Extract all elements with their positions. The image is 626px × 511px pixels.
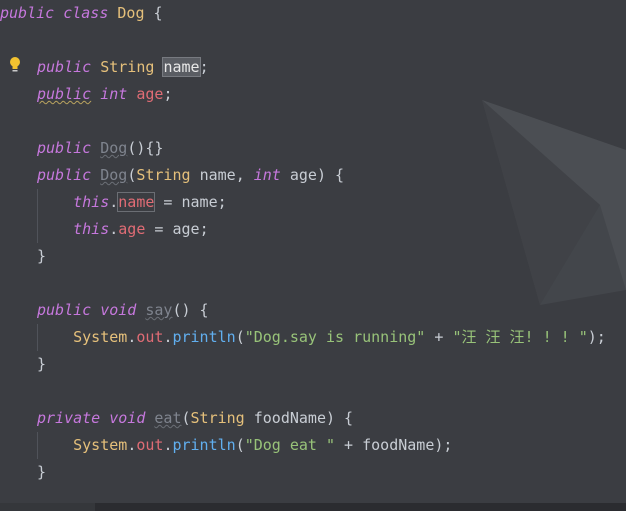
code-editor[interactable]: public class Dog { public String name; p… — [0, 0, 626, 511]
code-line[interactable]: public int age; — [37, 81, 172, 108]
code-line[interactable]: } — [37, 351, 46, 378]
field-name: out — [136, 328, 164, 346]
keyword: private — [37, 409, 101, 427]
code-line[interactable]: public class Dog { — [0, 0, 163, 27]
keyword: this — [73, 193, 110, 211]
code-line[interactable]: } — [37, 459, 46, 486]
param-name: name — [181, 193, 218, 211]
code-line[interactable]: } — [37, 243, 46, 270]
keyword: public — [0, 4, 55, 22]
string-literal: "Dog.say is running" — [244, 328, 426, 346]
type-name: String — [136, 166, 191, 184]
string-literal: "汪 汪 汪! ! ! " — [452, 328, 588, 346]
code-line[interactable]: public void say() { — [37, 297, 209, 324]
code-line[interactable]: this.name = name; — [37, 189, 227, 216]
class-name: Dog — [117, 4, 145, 22]
type-name: String — [100, 58, 155, 76]
field-name: out — [136, 436, 164, 454]
horizontal-scrollbar[interactable] — [0, 503, 626, 511]
code-line[interactable]: public Dog(){} — [37, 135, 163, 162]
keyword: int — [100, 85, 128, 103]
keyword: this — [73, 220, 110, 238]
keyword: public — [37, 166, 92, 184]
class-name: System — [73, 328, 128, 346]
keyword: void — [100, 301, 137, 319]
param-name: age — [289, 166, 317, 184]
param-name: name — [199, 166, 236, 184]
field-name-highlighted: name — [117, 192, 156, 212]
field-name: age — [136, 85, 164, 103]
code-line[interactable]: public String name; — [37, 54, 209, 81]
lightbulb-icon[interactable] — [8, 56, 22, 76]
code-line[interactable]: System.out.println("Dog.say is running" … — [37, 324, 606, 351]
field-name: age — [118, 220, 146, 238]
keyword: public — [37, 58, 92, 76]
method-call: println — [172, 328, 236, 346]
code-line[interactable]: this.age = age; — [37, 216, 209, 243]
method-name: eat — [154, 409, 182, 427]
method-name: say — [145, 301, 173, 319]
class-name: System — [73, 436, 128, 454]
type-name: String — [190, 409, 245, 427]
keyword: void — [109, 409, 146, 427]
keyword: class — [63, 4, 109, 22]
field-name-selected[interactable]: name — [162, 57, 201, 77]
constructor-name: Dog — [100, 166, 128, 184]
param-name: age — [172, 220, 200, 238]
keyword: public — [37, 301, 92, 319]
keyword: int — [253, 166, 281, 184]
param-name: foodName — [253, 409, 326, 427]
code-line[interactable]: System.out.println("Dog eat " + foodName… — [37, 432, 452, 459]
keyword: public — [37, 139, 92, 157]
param-name: foodName — [362, 436, 435, 454]
constructor-name: Dog — [100, 139, 128, 157]
keyword: public — [37, 85, 92, 103]
method-call: println — [172, 436, 236, 454]
string-literal: "Dog eat " — [244, 436, 336, 454]
scrollbar-thumb[interactable] — [0, 503, 95, 511]
code-line[interactable]: private void eat(String foodName) { — [37, 405, 353, 432]
code-line[interactable]: public Dog(String name, int age) { — [37, 162, 344, 189]
